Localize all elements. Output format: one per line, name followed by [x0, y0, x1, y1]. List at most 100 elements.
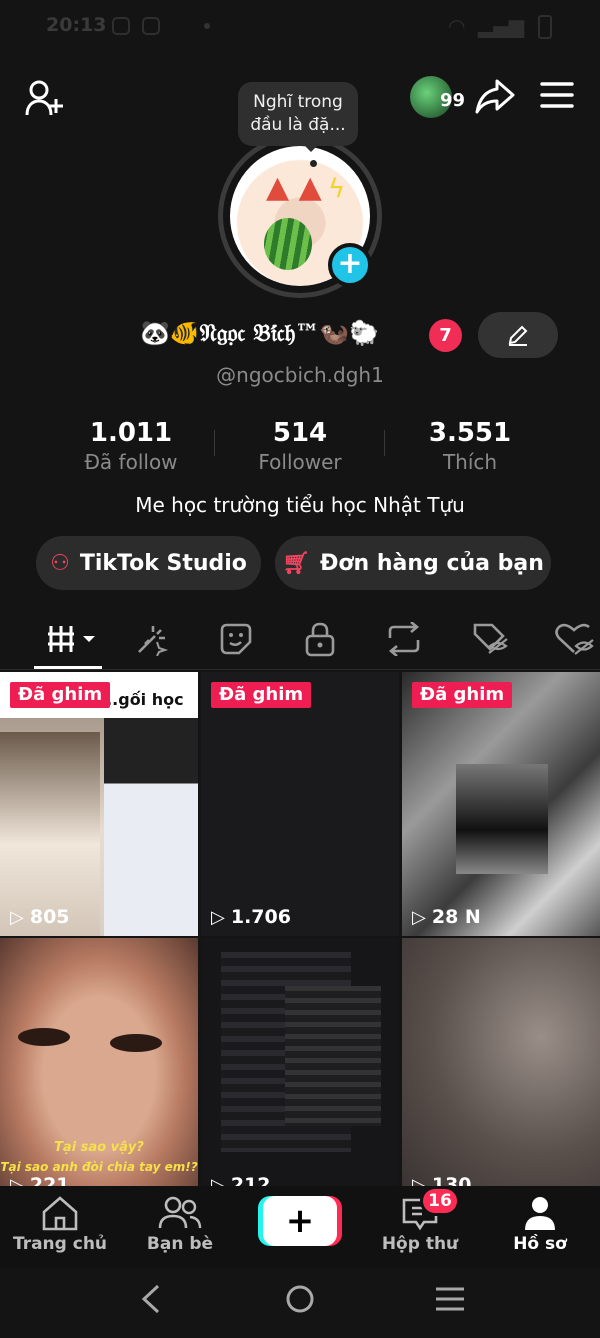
wifi-icon: ◠ — [448, 14, 466, 38]
instagram-icon — [112, 17, 130, 35]
note-bubble-dot — [310, 160, 317, 167]
name-badge: 7 — [429, 319, 462, 352]
stat-following-value: 1.011 — [89, 418, 173, 448]
profile-person-icon — [480, 1194, 600, 1234]
notification-dot-icon — [204, 23, 210, 29]
video-thumbnail[interactable]: Đã ghim ▷ 1.706 — [201, 672, 399, 936]
share-button[interactable] — [474, 76, 516, 116]
play-icon: ▷ — [10, 906, 24, 928]
video-thumbnail[interactable]: Đã ghim ▷ 28 N — [402, 672, 600, 936]
profile-tabs — [0, 610, 600, 670]
reposts-sparkle-icon — [138, 626, 169, 656]
stickers-icon — [220, 623, 252, 655]
play-icon: ▷ — [412, 906, 426, 928]
tab-stickers[interactable] — [206, 610, 266, 668]
view-count: ▷ 805 — [10, 906, 70, 928]
nav-inbox-label: Hộp thư — [381, 1234, 459, 1254]
video-caption: Tại sao vậy? — [54, 1140, 144, 1155]
profile-note-bubble[interactable]: Nghĩ trong đầu là đặ... — [238, 82, 358, 146]
video-image — [110, 1034, 162, 1052]
video-image — [18, 1028, 70, 1046]
back-icon[interactable] — [138, 1282, 164, 1324]
stat-followers[interactable]: 514 Follower — [215, 418, 385, 474]
edit-profile-button[interactable] — [478, 312, 558, 358]
stat-followers-value: 514 — [272, 418, 328, 448]
view-count: ▷ 1.706 — [211, 906, 291, 928]
nav-friends[interactable]: Bạn bè — [120, 1194, 240, 1254]
lightning-icon: ϟ — [328, 174, 346, 204]
nav-friends-label: Bạn bè — [146, 1234, 214, 1254]
hidden-tag-icon — [473, 623, 508, 654]
friends-icon — [120, 1194, 240, 1234]
videos-grid-icon — [48, 626, 95, 652]
video-overlay-text: ...gối học — [100, 690, 184, 709]
orders-label: Đơn hàng của bạn — [320, 550, 544, 576]
status-bar: 20:13 ◠ ▂▄▆ — [0, 0, 600, 56]
share-arrow-icon — [475, 79, 515, 114]
stat-followers-label: Follower — [258, 450, 342, 474]
play-icon: ▷ — [10, 1174, 24, 1187]
nav-home[interactable]: Trang chủ — [0, 1194, 120, 1254]
person-star-icon: ⚇ — [50, 550, 70, 576]
tab-videos[interactable] — [38, 610, 108, 668]
profile-switch-avatar[interactable]: 99 — [410, 76, 465, 118]
nav-profile-label: Hồ sơ — [513, 1234, 567, 1254]
pinned-badge: Đã ghim — [211, 682, 312, 708]
liked-hidden-icon — [555, 623, 594, 655]
video-thumbnail[interactable]: Tại sao vậy? Tại sao anh đòi chia tay em… — [0, 938, 198, 1186]
tab-reposts[interactable] — [374, 610, 434, 668]
tab-private[interactable] — [290, 610, 350, 668]
note-bubble-tail — [303, 144, 319, 152]
video-thumbnail[interactable]: ▷ 212 — [201, 938, 399, 1186]
video-image — [285, 986, 381, 1126]
video-thumbnail[interactable]: ▷ 130 — [402, 938, 600, 1186]
add-story-button[interactable]: + — [328, 243, 372, 287]
devil-horns-icon: ▲ ▲ — [266, 170, 322, 205]
menu-button[interactable] — [536, 78, 578, 112]
lock-icon — [305, 622, 335, 657]
hamburger-menu-icon — [540, 82, 574, 108]
battery-icon — [538, 15, 552, 39]
video-image — [456, 764, 548, 874]
pencil-icon — [508, 325, 528, 346]
signal-icon: ▂▄▆ — [478, 14, 525, 38]
stat-likes[interactable]: 3.551 Thích — [385, 418, 555, 474]
play-icon: ▷ — [412, 1174, 426, 1187]
stat-following-label: Đã follow — [84, 450, 178, 474]
create-video-button[interactable]: + — [263, 1196, 337, 1246]
watermelon-image — [264, 218, 312, 270]
pinned-badge: Đã ghim — [412, 682, 513, 708]
nav-home-label: Trang chủ — [12, 1234, 108, 1254]
tiktok-studio-label: TikTok Studio — [79, 550, 247, 576]
tiktok-studio-button[interactable]: ⚇ TikTok Studio — [36, 536, 261, 590]
stat-likes-label: Thích — [442, 450, 498, 474]
display-name: 🐼🐠𝔑𝔤𝔬̣𝔠 𝔅𝔦́𝔠𝔥™🦦🐑 — [140, 318, 380, 347]
recent-apps-icon[interactable] — [434, 1282, 466, 1324]
add-friend-button[interactable] — [22, 78, 66, 118]
video-image — [104, 718, 198, 936]
stat-following[interactable]: 1.011 Đã follow — [46, 418, 216, 474]
home-circle-icon[interactable] — [284, 1282, 316, 1324]
play-icon: ▷ — [211, 1174, 225, 1187]
notification-count: 99 — [440, 90, 466, 111]
username-handle: @ngocbich.dgh1 — [216, 363, 384, 387]
bottom-navigation: Trang chủ Bạn bè + Hộp thư Hồ sơ — [0, 1186, 600, 1268]
tab-reposts-sparkle[interactable] — [122, 610, 182, 668]
view-count: ▷ 28 N — [412, 906, 481, 928]
tab-tagged-hidden[interactable] — [460, 610, 520, 668]
home-icon — [0, 1194, 120, 1234]
instagram-icon — [142, 17, 160, 35]
repost-icon — [388, 622, 420, 656]
video-thumbnail[interactable]: ...gối học Đã ghim ▷ 805 — [0, 672, 198, 936]
view-count: ▷ 130 — [412, 1174, 472, 1186]
tab-liked-hidden[interactable] — [544, 610, 600, 668]
pinned-badge: Đã ghim — [10, 682, 111, 708]
nav-profile[interactable]: Hồ sơ — [480, 1194, 600, 1254]
inbox-badge: 16 — [420, 1186, 460, 1216]
stat-likes-value: 3.551 — [428, 418, 512, 448]
profile-bio: Me học trường tiểu học Nhật Tựu — [135, 493, 465, 517]
orders-button[interactable]: 🛒︎ Đơn hàng của bạn — [275, 536, 551, 590]
video-caption: Tại sao anh đòi chia tay em!? — [0, 1160, 198, 1174]
active-tab-indicator — [34, 666, 102, 669]
play-icon: ▷ — [211, 906, 225, 928]
